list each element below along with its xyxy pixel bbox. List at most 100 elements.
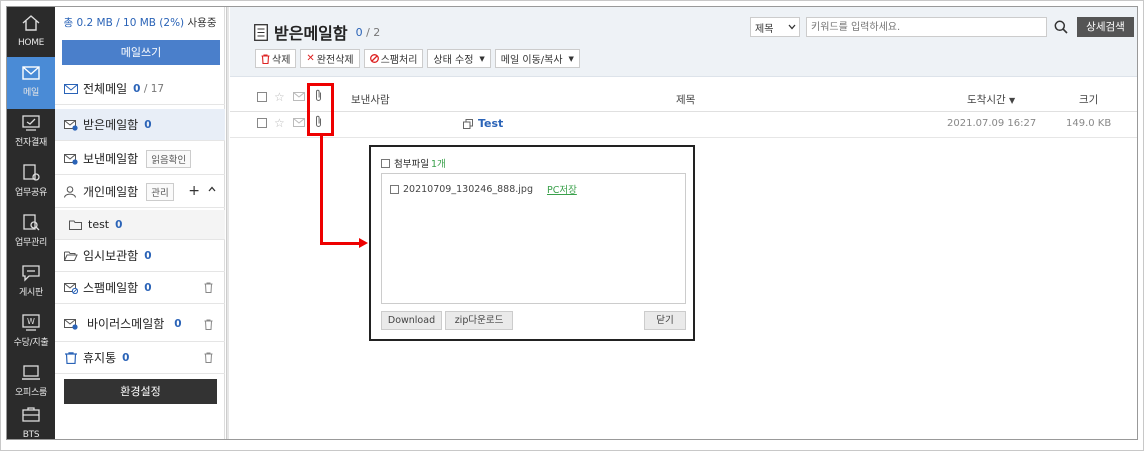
file-name: 20210709_130246_888.jpg bbox=[403, 183, 533, 195]
compose-button[interactable]: 메일쓰기 bbox=[62, 40, 220, 65]
storage-usage-suffix: 사용중 bbox=[184, 17, 217, 29]
delete-button[interactable]: 삭제 bbox=[255, 49, 297, 68]
close-button[interactable]: 닫기 bbox=[644, 311, 686, 330]
status-edit-dropdown[interactable]: 상태 수정 ▼ bbox=[427, 49, 491, 68]
sent-icon bbox=[64, 153, 78, 165]
nav-label: 게시판 bbox=[19, 288, 43, 298]
inbox-icon bbox=[64, 119, 78, 131]
envelope-icon bbox=[293, 118, 305, 127]
folder-icon bbox=[69, 220, 82, 230]
mailbox-label: 스팸메일함 bbox=[83, 281, 139, 295]
attachment-popup-header: 첨부파일 1개 bbox=[381, 156, 446, 170]
block-icon bbox=[369, 54, 379, 63]
spam-icon bbox=[64, 282, 78, 294]
nav-item-approval[interactable]: 전자결재 bbox=[7, 107, 55, 159]
nav-label: 오피스룸 bbox=[15, 388, 47, 398]
office-room-icon bbox=[22, 365, 40, 380]
envelope-icon bbox=[293, 92, 305, 101]
column-sender[interactable]: 보낸사람 bbox=[351, 92, 390, 107]
column-size[interactable]: 크기 bbox=[1079, 92, 1098, 107]
read-receipt-button[interactable]: 읽음확인 bbox=[146, 149, 192, 168]
attachment-title: 첨부파일 bbox=[394, 159, 429, 170]
nav-item-board[interactable]: 게시판 bbox=[7, 257, 55, 309]
file-checkbox[interactable] bbox=[390, 184, 399, 194]
mailbox-inbox[interactable]: 받은메일함 0 bbox=[55, 109, 225, 141]
trash-icon bbox=[261, 53, 270, 64]
attachment-list: 20210709_130246_888.jpg PC저장 bbox=[381, 173, 686, 304]
select-all-files-checkbox[interactable] bbox=[381, 158, 390, 168]
attachment-count: 1개 bbox=[430, 159, 446, 170]
spam-label: 스팸처리 bbox=[380, 55, 418, 66]
table-row[interactable]: ☆ Test 2021.07.09 16:27 149.0 KB bbox=[230, 112, 1137, 138]
save-to-pc-link[interactable]: PC저장 bbox=[547, 182, 577, 196]
add-folder-icon[interactable]: + bbox=[188, 183, 200, 199]
row-checkbox[interactable] bbox=[257, 118, 267, 128]
nav-item-allowance[interactable]: W 수당/지출 bbox=[7, 307, 55, 359]
mailbox-sent[interactable]: 보낸메일함 읽음확인 bbox=[55, 143, 225, 175]
permanent-delete-label: 완전삭제 bbox=[316, 55, 354, 66]
spam-button[interactable]: 스팸처리 bbox=[363, 49, 424, 68]
empty-trash-icon[interactable] bbox=[204, 319, 213, 330]
mailbox-spam[interactable]: 스팸메일함 0 bbox=[55, 272, 225, 304]
highlight-connector bbox=[320, 136, 323, 245]
storage-usage-value: 총 0.2 MB / 10 MB (2%) bbox=[63, 17, 185, 29]
empty-trash-icon[interactable] bbox=[204, 352, 213, 363]
trash-can-icon bbox=[65, 351, 77, 364]
mailbox-virus[interactable]: 바이러스메일함 0 bbox=[55, 306, 225, 342]
settings-button[interactable]: 환경설정 bbox=[64, 379, 217, 404]
page-title-wrap: 받은메일함 0 / 2 bbox=[254, 20, 380, 44]
mailbox-label: 임시보관함 bbox=[83, 249, 139, 263]
advanced-search-button[interactable]: 상세검색 bbox=[1077, 17, 1134, 37]
download-button[interactable]: Download bbox=[381, 311, 442, 330]
empty-trash-icon[interactable] bbox=[204, 282, 213, 293]
nav-label: 메일 bbox=[23, 88, 39, 98]
nav-label: 업무관리 bbox=[15, 238, 47, 248]
search-icon[interactable] bbox=[1054, 20, 1068, 34]
search-scope-select[interactable]: 제목 bbox=[750, 17, 800, 37]
mailbox-label: 개인메일함 bbox=[83, 185, 139, 199]
nav-item-mail[interactable]: 메일 bbox=[7, 57, 55, 109]
work-manage-icon bbox=[23, 214, 40, 231]
mailbox-test[interactable]: test 0 bbox=[55, 210, 225, 240]
unread-count: 0 bbox=[355, 25, 363, 39]
permanent-delete-button[interactable]: ✕ 완전삭제 bbox=[300, 49, 360, 68]
star-icon[interactable]: ☆ bbox=[274, 116, 285, 130]
sort-desc-icon: ▼ bbox=[1008, 96, 1016, 105]
select-all-checkbox[interactable] bbox=[257, 92, 267, 102]
mailbox-label: test bbox=[88, 218, 110, 231]
mailbox-drafts[interactable]: 임시보관함 0 bbox=[55, 240, 225, 272]
mailbox-count: 0 bbox=[144, 249, 152, 262]
mailbox-trash[interactable]: 휴지통 0 bbox=[55, 342, 225, 374]
move-copy-dropdown[interactable]: 메일 이동/복사 ▼ bbox=[494, 49, 580, 68]
mailbox-personal[interactable]: 개인메일함 관리 + bbox=[55, 176, 225, 208]
zip-download-button[interactable]: zip다운로드 bbox=[445, 311, 513, 330]
nav-item-work-share[interactable]: 업무공유 bbox=[7, 157, 55, 209]
chevron-down-icon bbox=[788, 24, 796, 30]
global-nav: HOME 메일 전자결재 업무공유 업무관리 게시판 W 수당/지출 오피스룸 bbox=[7, 7, 55, 439]
document-icon bbox=[254, 23, 268, 41]
splitter[interactable] bbox=[226, 7, 229, 439]
chevron-up-icon[interactable] bbox=[208, 185, 216, 193]
mail-icon bbox=[22, 66, 40, 80]
nav-item-work-manage[interactable]: 업무관리 bbox=[7, 207, 55, 259]
page-title: 받은메일함 bbox=[274, 24, 348, 43]
mailbox-label: 보낸메일함 bbox=[83, 152, 139, 166]
mailbox-count: 0 bbox=[115, 218, 123, 231]
attachment-popup: 첨부파일 1개 20210709_130246_888.jpg PC저장 Dow… bbox=[369, 145, 695, 341]
manage-button[interactable]: 관리 bbox=[146, 182, 174, 201]
open-window-icon[interactable] bbox=[463, 118, 473, 129]
search-input[interactable] bbox=[806, 17, 1047, 37]
table-header: ☆ 보낸사람 제목 도착시간 ▼ 크기 bbox=[230, 86, 1137, 112]
mailbox-all[interactable]: 전체메일 0 / 17 bbox=[55, 73, 225, 105]
column-received-label: 도착시간 bbox=[967, 94, 1006, 106]
virus-icon bbox=[64, 318, 78, 330]
nav-label: 업무공유 bbox=[15, 188, 47, 198]
column-subject[interactable]: 제목 bbox=[676, 92, 695, 107]
mailbox-count: 0 / 17 bbox=[133, 83, 164, 95]
folder-open-icon bbox=[64, 251, 78, 261]
nav-item-home[interactable]: HOME bbox=[7, 7, 55, 59]
arrow-right-icon bbox=[359, 238, 368, 248]
nav-item-bts[interactable]: BTS bbox=[7, 399, 55, 439]
column-received[interactable]: 도착시간 ▼ bbox=[967, 92, 1015, 107]
row-subject[interactable]: Test bbox=[463, 117, 503, 130]
